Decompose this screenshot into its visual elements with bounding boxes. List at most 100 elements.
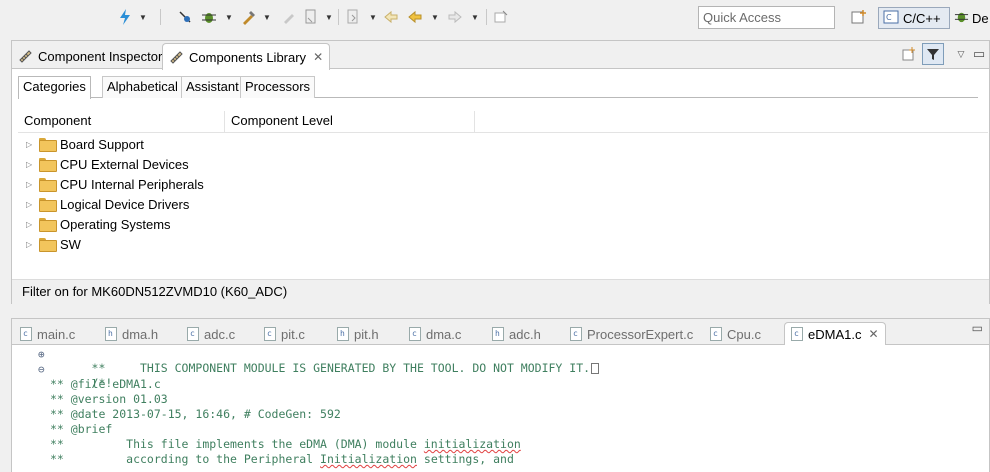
chevron-down-icon[interactable]: ▼ <box>470 7 480 27</box>
editor-tab-label: eDMA1.c <box>808 326 862 342</box>
chevron-down-icon[interactable]: ▼ <box>138 7 148 27</box>
skip-breakpoints-icon[interactable] <box>176 7 194 27</box>
tree-node-board-support[interactable]: ▷ Board Support <box>26 134 204 154</box>
chevron-down-icon[interactable]: ▼ <box>262 7 272 27</box>
back-arrow-icon[interactable] <box>406 7 424 27</box>
tab-alphabetical[interactable]: Alphabetical <box>102 76 183 98</box>
expand-fold-icon[interactable]: ⊕ <box>38 348 45 361</box>
column-component-level[interactable]: Component Level <box>231 113 333 128</box>
new-item-icon[interactable] <box>900 43 918 65</box>
tree-node-logical-device-drivers[interactable]: ▷ Logical Device Drivers <box>26 194 204 214</box>
open-perspective-icon[interactable] <box>850 7 868 27</box>
lightning-icon[interactable] <box>116 7 134 27</box>
tree-node-label: Logical Device Drivers <box>60 196 190 212</box>
c-file-icon: c <box>187 327 199 341</box>
editor-tab-pit-c[interactable]: c pit.c <box>264 323 305 345</box>
editor-tab-edma1-c[interactable]: c eDMA1.c ✕ <box>784 322 886 345</box>
collapse-fold-icon[interactable]: ⊖ <box>38 363 45 376</box>
editor-tab-label: ProcessorExpert.c <box>587 326 694 342</box>
editor-tab-label: adc.c <box>204 326 236 342</box>
folder-icon <box>39 198 57 212</box>
spelling-marked-word: initialization <box>423 437 521 451</box>
perspective-cc-label: C/C++ <box>903 10 941 26</box>
filter-status-bar: Filter on for MK60DN512ZVMD10 (K60_ADC) <box>12 279 989 304</box>
h-file-icon: h <box>492 327 504 341</box>
editor-tab-adc-h[interactable]: h adc.h <box>492 323 541 345</box>
tree-node-sw[interactable]: ▷ SW <box>26 234 204 254</box>
expand-arrow-icon[interactable]: ▷ <box>26 160 34 169</box>
code-line: ** according to the Peripheral Initializ… <box>50 452 514 466</box>
expand-arrow-icon[interactable]: ▷ <box>26 200 34 209</box>
expand-arrow-icon[interactable]: ▷ <box>26 180 34 189</box>
tab-categories[interactable]: Categories <box>18 76 91 99</box>
last-edit-icon[interactable] <box>382 7 400 27</box>
code-editor[interactable]: ⊕ ** THIS COMPONENT MODULE IS GENERATED B… <box>12 347 989 467</box>
editor-tab-dma-h[interactable]: h dma.h <box>105 323 158 345</box>
tree-node-label: SW <box>60 236 81 252</box>
folder-icon <box>39 158 57 172</box>
chevron-down-icon[interactable]: ▼ <box>324 7 334 27</box>
c-file-icon: c <box>791 327 803 341</box>
external-tools-icon[interactable] <box>240 7 258 27</box>
c-file-icon: c <box>409 327 421 341</box>
component-icon <box>18 49 33 64</box>
editor-panel: c main.c h dma.h c adc.c c pit.c h pit.h… <box>11 318 990 472</box>
close-icon[interactable]: ✕ <box>313 50 323 64</box>
tab-component-inspector[interactable]: Component Inspector <box>12 43 168 69</box>
c-file-icon: c <box>264 327 276 341</box>
tree-node-operating-systems[interactable]: ▷ Operating Systems <box>26 214 204 234</box>
expand-arrow-icon[interactable]: ▷ <box>26 240 34 249</box>
debug-bug-icon[interactable] <box>200 7 218 27</box>
tree-column-header: Component Component Level <box>18 111 988 133</box>
code-line: ** @brief <box>50 422 113 436</box>
next-annotation-icon[interactable] <box>344 7 362 27</box>
code-line: ** @file eDMA1.c <box>50 377 161 391</box>
expand-arrow-icon[interactable]: ▷ <box>26 220 34 229</box>
minimize-icon[interactable]: ▭ <box>972 43 986 65</box>
editor-tab-cpu-c[interactable]: c Cpu.c <box>710 323 761 345</box>
tab-label: Component Inspector <box>38 48 163 64</box>
tree-node-label: Operating Systems <box>60 216 171 232</box>
tree-node-label: Board Support <box>60 136 144 152</box>
component-tree: ▷ Board Support ▷ CPU External Devices ▷… <box>26 134 204 254</box>
perspective-cc-button[interactable]: C C/C++ <box>878 7 950 29</box>
editor-tab-dma-c[interactable]: c dma.c <box>409 323 461 345</box>
forward-arrow-icon[interactable] <box>446 7 464 27</box>
column-divider[interactable] <box>224 111 225 133</box>
tree-node-cpu-external-devices[interactable]: ▷ CPU External Devices <box>26 154 204 174</box>
pin-editor-icon[interactable] <box>492 7 510 27</box>
quick-access-input[interactable]: Quick Access <box>698 6 835 29</box>
column-component[interactable]: Component <box>24 113 91 128</box>
minimize-icon[interactable]: ▭ <box>972 321 983 335</box>
view-menu-icon[interactable]: ▽ <box>954 43 968 65</box>
close-icon[interactable]: ✕ <box>868 327 878 341</box>
folder-icon <box>39 238 57 252</box>
chevron-down-icon[interactable]: ▼ <box>368 7 378 27</box>
expand-arrow-icon[interactable]: ▷ <box>26 140 34 149</box>
chevron-down-icon[interactable]: ▼ <box>224 7 234 27</box>
tab-components-library[interactable]: Components Library ✕ <box>162 43 331 70</box>
tab-assistant[interactable]: Assistant <box>181 76 244 98</box>
spelling-marked-word: Initialization <box>320 452 417 466</box>
annotation-icon[interactable] <box>302 7 320 27</box>
editor-tab-processorexpert-c[interactable]: c ProcessorExpert.c <box>570 323 693 345</box>
svg-text:C: C <box>886 13 892 22</box>
pen-icon[interactable] <box>280 7 298 27</box>
tree-node-cpu-internal-peripherals[interactable]: ▷ CPU Internal Peripherals <box>26 174 204 194</box>
c-file-icon: c <box>710 327 722 341</box>
folder-icon <box>39 218 57 232</box>
editor-tab-label: dma.c <box>426 326 462 342</box>
folder-icon <box>39 178 57 192</box>
editor-tab-pit-h[interactable]: h pit.h <box>337 323 379 345</box>
code-line: ⊕ ** THIS COMPONENT MODULE IS GENERATED B… <box>12 347 989 375</box>
editor-tab-adc-c[interactable]: c adc.c <box>187 323 235 345</box>
perspective-debug-button[interactable]: De <box>954 7 989 29</box>
editor-tab-main-c[interactable]: c main.c <box>20 323 75 345</box>
chevron-down-icon[interactable]: ▼ <box>430 7 440 27</box>
filter-icon[interactable] <box>922 43 944 65</box>
toolbar-separator <box>486 9 487 25</box>
column-divider[interactable] <box>474 111 475 133</box>
code-line: ** This file implements the eDMA (DMA) m… <box>50 437 521 451</box>
tab-processors[interactable]: Processors <box>240 76 316 98</box>
tab-label: Components Library <box>189 49 307 65</box>
